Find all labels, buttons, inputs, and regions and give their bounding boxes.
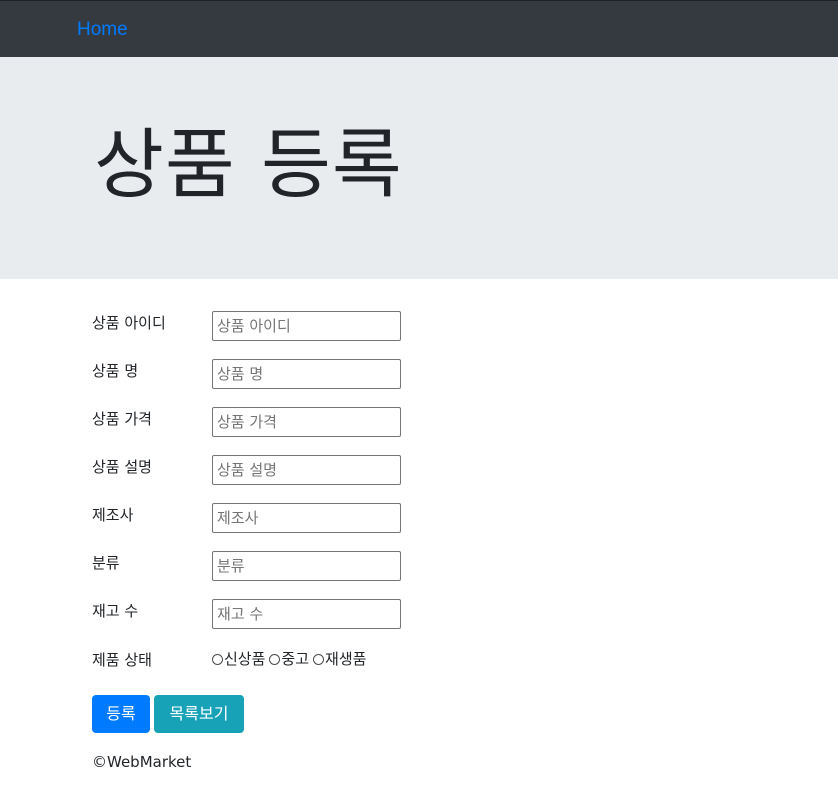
- condition-option-label: 중고: [281, 650, 310, 668]
- condition-option-refurbished[interactable]: 재생품: [313, 649, 366, 669]
- condition-label: 제품 상태: [92, 651, 152, 669]
- home-link[interactable]: Home: [77, 19, 128, 41]
- manufacturer-input[interactable]: [212, 503, 401, 533]
- radio-button[interactable]: [212, 653, 223, 665]
- product-id-input[interactable]: [212, 311, 401, 341]
- radio-button[interactable]: [269, 653, 281, 665]
- condition-option-label: 신상품: [224, 650, 266, 668]
- stock-label: 재고 수: [92, 602, 139, 620]
- top-navbar: Home: [0, 0, 838, 57]
- condition-radio-group: 신상품 중고 재생품: [212, 649, 370, 669]
- product-description-input[interactable]: [212, 455, 401, 485]
- product-name-input[interactable]: [212, 359, 401, 389]
- page-title: 상품 등록: [94, 120, 403, 209]
- submit-button[interactable]: 등록: [92, 695, 150, 733]
- stock-input[interactable]: [212, 599, 401, 629]
- condition-option-label: 재생품: [325, 650, 367, 668]
- product-price-input[interactable]: [212, 407, 401, 437]
- category-label: 분류: [92, 554, 120, 572]
- condition-option-new[interactable]: 신상품: [212, 649, 265, 669]
- manufacturer-label: 제조사: [92, 506, 134, 524]
- product-id-label: 상품 아이디: [92, 314, 166, 332]
- page-header: 상품 등록: [0, 57, 838, 279]
- product-price-label: 상품 가격: [92, 410, 152, 428]
- footer-copyright: ©WebMarket: [92, 753, 192, 771]
- product-description-label: 상품 설명: [92, 458, 152, 476]
- radio-button[interactable]: [313, 653, 325, 665]
- condition-option-used[interactable]: 중고: [269, 649, 309, 669]
- category-input[interactable]: [212, 551, 401, 581]
- product-name-label: 상품 명: [92, 362, 139, 380]
- view-list-button[interactable]: 목록보기: [154, 695, 244, 733]
